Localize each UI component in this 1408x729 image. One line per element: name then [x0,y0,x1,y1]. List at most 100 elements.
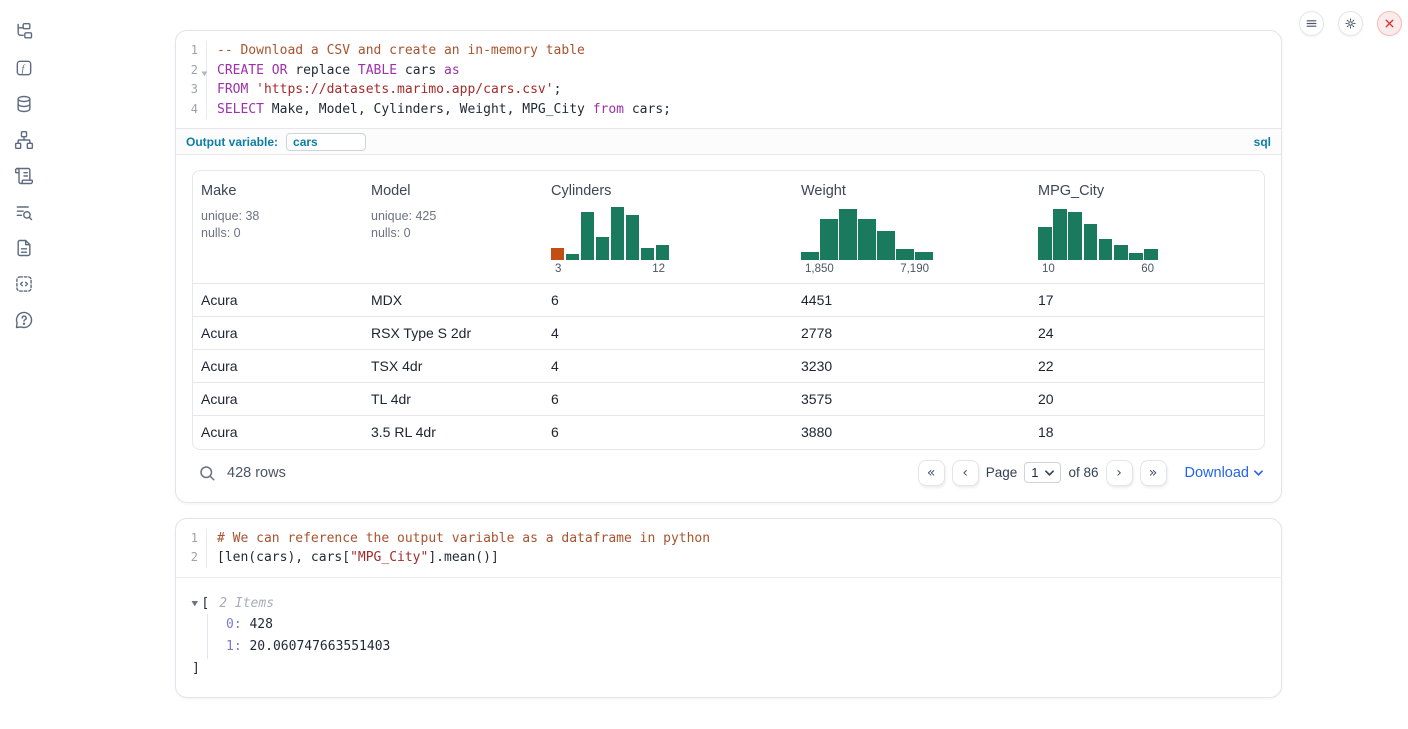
code-line: 2▼CREATE OR replace TABLE cars as [176,61,1281,81]
table-cell: RSX Type S 2dr [363,317,543,350]
histogram-bar [1084,224,1098,260]
column-histogram[interactable]: 312 [551,205,669,275]
table-row[interactable]: AcuraRSX Type S 2dr4277824 [193,317,1264,350]
table-row[interactable]: AcuraMDX6445117 [193,284,1264,317]
page-select[interactable]: 1 [1024,462,1061,483]
histogram-bar [596,237,609,260]
table-row[interactable]: AcuraTSX 4dr4323022 [193,350,1264,383]
table-footer: 428 rows « ‹ Page 1 of 86 › » Download [192,460,1265,486]
table-header-row: Make unique: 38nulls: 0Modelunique: 425nu… [193,171,1264,284]
code-line: 1-- Download a CSV and create an in-memo… [176,41,1281,61]
data-table: Make unique: 38nulls: 0Modelunique: 425nu… [192,170,1265,450]
table-cell: 6 [543,284,793,317]
column-header[interactable]: Modelunique: 425nulls: 0 [363,171,543,284]
download-button[interactable]: Download [1185,465,1264,481]
table-cell: 6 [543,383,793,416]
code-line: 4SELECT Make, Model, Cylinders, Weight, … [176,100,1281,120]
column-header[interactable]: Make unique: 38nulls: 0 [193,171,363,284]
last-page-button[interactable]: » [1140,460,1167,486]
column-header[interactable]: Cylinders 312 [543,171,793,284]
sql-code-editor[interactable]: 1-- Download a CSV and create an in-memo… [176,31,1281,128]
line-number: 4 [176,100,206,120]
help-icon[interactable] [14,310,34,330]
histogram-bar [896,249,914,260]
code-text: CREATE OR replace TABLE cars as [206,61,460,81]
top-actions [1299,11,1402,36]
table-cell: 3880 [793,416,1030,449]
histogram-bar [877,231,895,260]
gear-icon [1344,17,1357,30]
scratchpad-function-icon[interactable]: f [14,58,34,78]
download-label: Download [1185,465,1250,481]
logs-scroll-icon[interactable] [14,166,34,186]
settings-button[interactable] [1338,11,1363,36]
code-text: [len(cars), cars["MPG_City"].mean()] [206,548,499,568]
column-stats: unique: 425nulls: 0 [371,208,535,241]
table-cell: Acura [193,416,363,449]
file-explorer-icon[interactable] [14,22,34,42]
tree-close-bracket: ] [192,659,1265,679]
row-count-label: 428 rows [227,465,286,481]
table-cell: 3575 [793,383,1030,416]
table-cell: MDX [363,284,543,317]
column-title: Cylinders [551,183,785,199]
column-histogram[interactable]: 1060 [1038,205,1158,275]
table-cell: Acura [193,284,363,317]
line-number: 3 [176,80,206,100]
search-icon [198,464,216,482]
table-cell: 3230 [793,350,1030,383]
column-title: Make [201,183,355,199]
tree-collapse-toggle[interactable]: ▼ [191,594,198,614]
menu-button[interactable] [1299,11,1324,36]
table-cell: TSX 4dr [363,350,543,383]
output-variable-input[interactable] [286,133,366,151]
column-title: MPG_City [1038,183,1256,199]
python-cell: 1# We can reference the output variable … [175,518,1282,698]
hamburger-icon [1305,17,1318,30]
column-header[interactable]: Weight1,8507,190 [793,171,1030,284]
table-cell: 24 [1030,317,1264,350]
histogram-bar [1053,209,1067,260]
tree-open-bracket: [ [201,594,209,614]
column-histogram[interactable]: 1,8507,190 [801,205,933,275]
column-header[interactable]: MPG_City 1060 [1030,171,1264,284]
page-label: Page [986,465,1018,480]
column-stats: unique: 38nulls: 0 [201,208,355,241]
histogram-bar [611,207,624,260]
snippets-code-icon[interactable] [14,274,34,294]
tree-entry: 1: 20.060747663551403 [226,636,1265,659]
histogram-bar [1129,253,1143,260]
histogram-bar [801,252,819,260]
code-text: FROM 'https://datasets.marimo.app/cars.c… [206,80,561,100]
histogram-bar [1068,212,1082,260]
dependency-graph-icon[interactable] [14,130,34,150]
table-cell: Acura [193,383,363,416]
tree-body: 0: 4281: 20.060747663551403 [207,614,1265,659]
histogram-bar [656,245,669,260]
close-button[interactable] [1377,11,1402,36]
table-cell: Acura [193,317,363,350]
python-cell-output: ▼ [ 2 Items 0: 4281: 20.060747663551403 … [176,577,1281,697]
table-cell: 18 [1030,416,1264,449]
datasources-database-icon[interactable] [14,94,34,114]
documentation-file-icon[interactable] [14,238,34,258]
table-cell: 4 [543,350,793,383]
prev-page-button[interactable]: ‹ [952,460,979,486]
search-logs-icon[interactable] [14,202,34,222]
table-row[interactable]: AcuraTL 4dr6357520 [193,383,1264,416]
histogram-bar [581,212,594,260]
python-code-editor[interactable]: 1# We can reference the output variable … [176,519,1281,577]
table-cell: 2778 [793,317,1030,350]
table-search-button[interactable] [198,464,216,482]
histogram-bar [1099,239,1113,260]
table-cell: 20 [1030,383,1264,416]
code-text: # We can reference the output variable a… [206,529,710,549]
histogram-bar [1144,249,1158,260]
notebook: 1-- Download a CSV and create an in-memo… [175,30,1282,698]
first-page-button[interactable]: « [918,460,945,486]
table-row[interactable]: Acura3.5 RL 4dr6388018 [193,416,1264,449]
next-page-button[interactable]: › [1106,460,1133,486]
language-badge: sql [1254,135,1271,149]
histogram-bar [641,248,654,260]
histogram-bar [626,215,639,260]
